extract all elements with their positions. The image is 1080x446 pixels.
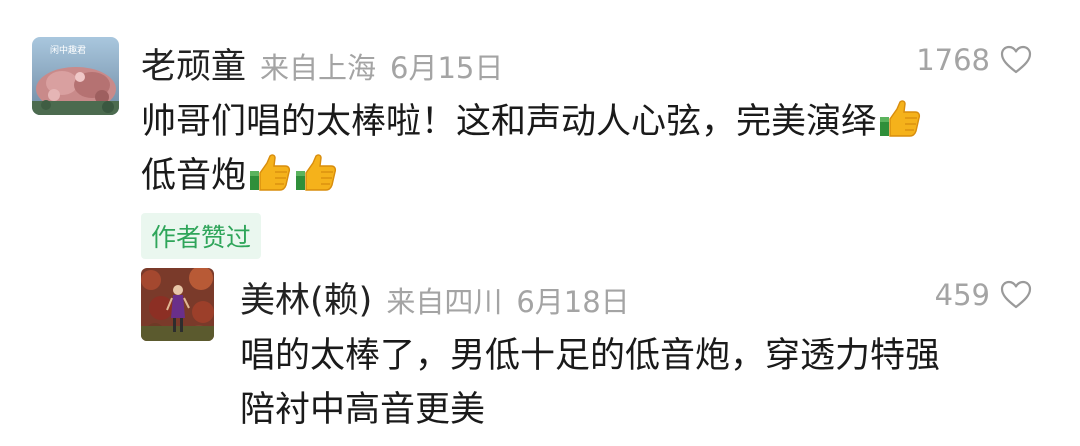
ip-location: 来自上海	[260, 51, 377, 85]
like-button[interactable]: 1768	[916, 43, 1032, 77]
reply-text-line: 唱的太棒了，男低十足的低音炮，穿透力特强	[240, 336, 941, 376]
like-count: 1768	[916, 43, 990, 77]
reply-text-line: 陪衬中高音更美	[240, 390, 486, 430]
svg-text:闲中趣君: 闲中趣君	[50, 44, 86, 56]
author-liked-badge: 作者赞过	[141, 213, 262, 259]
heart-icon[interactable]	[1000, 45, 1032, 75]
avatar[interactable]: 闲中趣君	[32, 37, 119, 115]
comment-text-line: 帅哥们唱的太棒啦！这和声动人心弦，完美演绎	[141, 95, 922, 149]
reply-like-button[interactable]: 459	[935, 278, 1032, 312]
reply-text: 唱的太棒了，男低十足的低音炮，穿透力特强 陪衬中高音更美	[240, 329, 940, 437]
comment-item: 闲中趣君 老顽童 来自上海 6月15日 1768 帅哥们唱的太棒啦！这和声动人心…	[0, 0, 1080, 262]
comment-meta: 老顽童 来自上海 6月15日	[141, 38, 517, 89]
reply-username[interactable]: 美林(赖)	[240, 272, 372, 323]
avatar-image: 闲中趣君	[32, 37, 119, 115]
reply-item: 美林(赖) 来自四川 6月18日 459 唱的太棒了，男低十足的低音炮，穿透力特…	[0, 262, 1080, 446]
reply-meta: 美林(赖) 来自四川 6月18日	[240, 272, 644, 323]
reply-like-count: 459	[934, 278, 990, 312]
reply-avatar-image	[141, 268, 214, 341]
thumbs-up-icon	[294, 153, 338, 193]
thumbs-up-icon	[248, 153, 292, 193]
username[interactable]: 老顽童	[141, 38, 246, 89]
reply-avatar[interactable]	[141, 268, 214, 341]
comment-date: 6月15日	[390, 51, 504, 85]
thumbs-up-icon	[878, 99, 922, 139]
reply-ip-location: 来自四川	[386, 285, 503, 319]
reply-date: 6月18日	[516, 285, 630, 319]
comment-text: 帅哥们唱的太棒啦！这和声动人心弦，完美演绎 低音炮	[141, 95, 922, 203]
heart-icon[interactable]	[1000, 280, 1032, 310]
comment-text-line: 低音炮	[141, 149, 922, 203]
